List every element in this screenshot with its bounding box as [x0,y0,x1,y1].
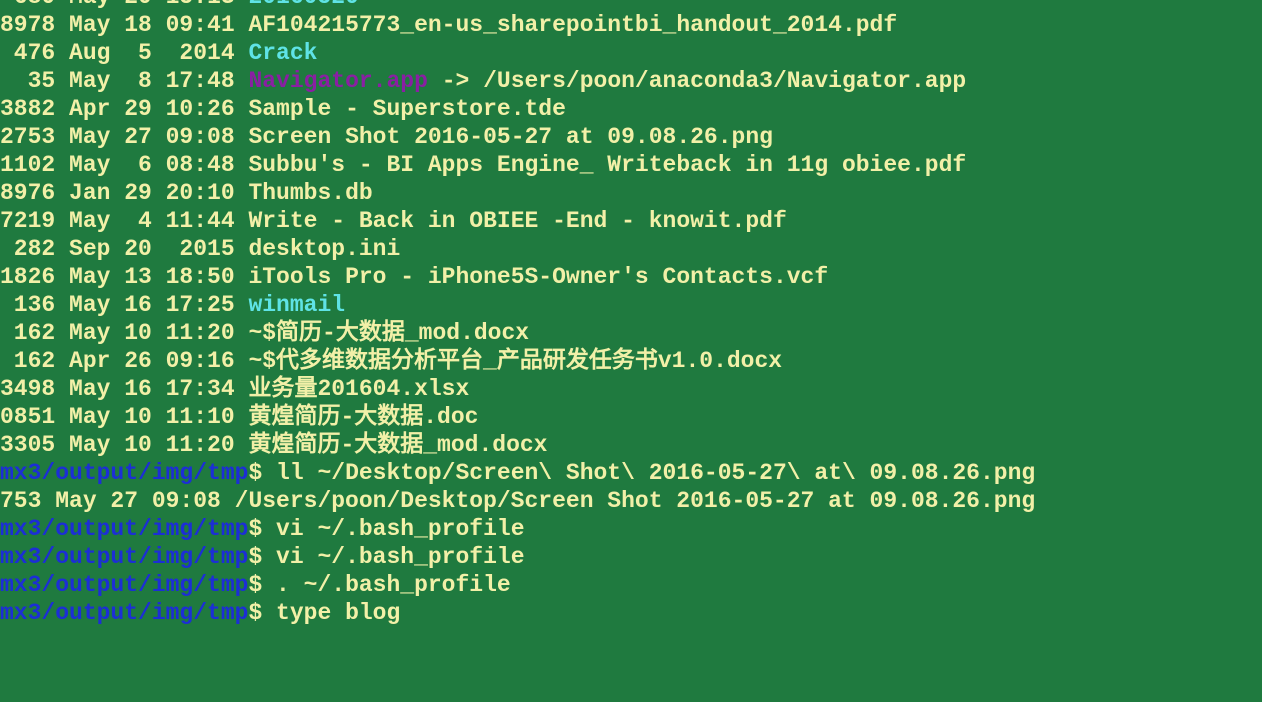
file-meta: 2753 May 27 09:08 [0,124,249,150]
listing-row: 2753 May 27 09:08 Screen Shot 2016-05-27… [0,123,1035,151]
file-name: Sample - Superstore.tde [248,96,566,122]
listing-row: 8978 May 18 09:41 AF104215773_en-us_shar… [0,11,1035,39]
listing-row: 680 May 20 15:13 20160520 [0,0,1035,11]
listing-row: 8976 Jan 29 20:10 Thumbs.db [0,179,1035,207]
file-meta: 8976 Jan 29 20:10 [0,180,249,206]
symlink-name: Navigator.app [248,68,428,94]
file-name: iTools Pro - iPhone5S-Owner's Contacts.v… [248,264,829,290]
directory-name: Crack [248,40,318,66]
terminal-window[interactable]: 680 May 20 15:13 20160520 8978 May 18 09… [0,0,1262,702]
file-name: Write - Back in OBIEE -End - knowit.pdf [248,208,787,234]
listing-row: 3882 Apr 29 10:26 Sample - Superstore.td… [0,95,1035,123]
prompt-line: mx3/output/img/tmp$ vi ~/.bash_profile [0,543,1035,571]
active-prompt-line[interactable]: mx3/output/img/tmp$ type blog [0,599,1035,627]
file-meta: 8978 May 18 09:41 [0,12,249,38]
file-name: Screen Shot 2016-05-27 at 09.08.26.png [248,124,773,150]
prompt-line: mx3/output/img/tmp$ vi ~/.bash_profile [0,515,1035,543]
file-meta: 162 May 10 11:20 [0,320,249,346]
file-meta: 1102 May 6 08:48 [0,152,249,178]
file-meta: 162 Apr 26 09:16 [0,348,249,374]
file-name: 黄煌简历-大数据.doc [248,404,479,430]
listing-row: 136 May 16 17:25 winmail [0,291,1035,319]
prompt-path: mx3/output/img/tmp [0,572,249,598]
command-input[interactable]: $ type blog [248,600,400,626]
prompt-line: mx3/output/img/tmp$ ll ~/Desktop/Screen\… [0,459,1035,487]
file-meta: 282 Sep 20 2015 [0,236,249,262]
command-text: $ vi ~/.bash_profile [248,516,525,542]
file-meta: 476 Aug 5 2014 [0,40,249,66]
listing-row: 35 May 8 17:48 Navigator.app -> /Users/p… [0,67,1035,95]
prompt-path: mx3/output/img/tmp [0,516,249,542]
prompt-path: mx3/output/img/tmp [0,600,249,626]
command-text: $ ll ~/Desktop/Screen\ Shot\ 2016-05-27\… [248,460,1036,486]
command-output: 753 May 27 09:08 /Users/poon/Desktop/Scr… [0,488,1036,514]
file-name: 业务量201604.xlsx [248,376,470,402]
file-meta: 3498 May 16 17:34 [0,376,249,402]
file-name: Subbu's - BI Apps Engine_ Writeback in 1… [248,152,967,178]
command-output-line: 753 May 27 09:08 /Users/poon/Desktop/Scr… [0,487,1035,515]
listing-row: 7219 May 4 11:44 Write - Back in OBIEE -… [0,207,1035,235]
directory-name: winmail [248,292,346,318]
listing-row: 476 Aug 5 2014 Crack [0,39,1035,67]
file-meta: 3882 Apr 29 10:26 [0,96,249,122]
file-name: Thumbs.db [248,180,373,206]
listing-row: 0851 May 10 11:10 黄煌简历-大数据.doc [0,403,1035,431]
listing-row: 3498 May 16 17:34 业务量201604.xlsx [0,375,1035,403]
command-text: $ vi ~/.bash_profile [248,544,525,570]
file-meta: 136 May 16 17:25 [0,292,249,318]
symlink-target: -> /Users/poon/anaconda3/Navigator.app [427,68,967,94]
file-name: desktop.ini [248,236,401,262]
file-meta: 3305 May 10 11:20 [0,432,249,458]
listing-row: 1102 May 6 08:48 Subbu's - BI Apps Engin… [0,151,1035,179]
listing-row: 3305 May 10 11:20 黄煌简历-大数据_mod.docx [0,431,1035,459]
file-meta: 7219 May 4 11:44 [0,208,249,234]
file-meta: 35 May 8 17:48 [0,68,249,94]
terminal-output: 680 May 20 15:13 20160520 8978 May 18 09… [0,0,1035,627]
prompt-line: mx3/output/img/tmp$ . ~/.bash_profile [0,571,1035,599]
command-text: $ . ~/.bash_profile [248,572,511,598]
listing-row: 162 Apr 26 09:16 ~$代多维数据分析平台_产品研发任务书v1.0… [0,347,1035,375]
file-name: ~$代多维数据分析平台_产品研发任务书v1.0.docx [248,348,783,374]
file-name: 黄煌简历-大数据_mod.docx [248,432,548,458]
file-name: ~$简历-大数据_mod.docx [248,320,530,346]
file-meta: 0851 May 10 11:10 [0,404,249,430]
prompt-path: mx3/output/img/tmp [0,460,249,486]
listing-row: 162 May 10 11:20 ~$简历-大数据_mod.docx [0,319,1035,347]
directory-name: 20160520 [248,0,358,10]
file-meta: 680 May 20 15:13 [0,0,248,10]
listing-row: 282 Sep 20 2015 desktop.ini [0,235,1035,263]
file-name: AF104215773_en-us_sharepointbi_handout_2… [248,12,898,38]
prompt-path: mx3/output/img/tmp [0,544,249,570]
file-meta: 1826 May 13 18:50 [0,264,249,290]
listing-row: 1826 May 13 18:50 iTools Pro - iPhone5S-… [0,263,1035,291]
